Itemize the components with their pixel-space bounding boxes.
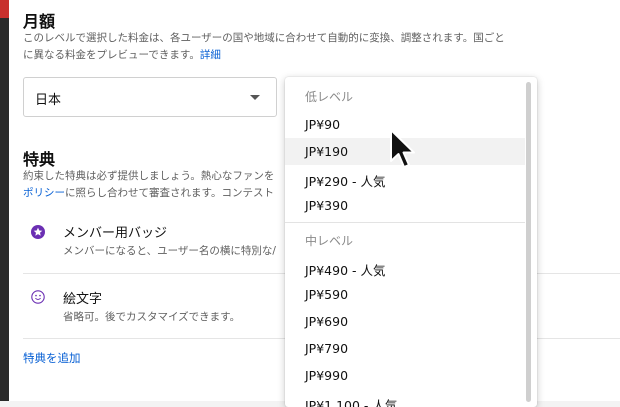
price-option[interactable]: JP¥1,100 - 人気 [285,389,525,407]
benefits-description-line2: に照らし合わせて審査されます。コンテスト [65,187,274,199]
price-option[interactable]: JP¥790 [285,335,525,362]
group-divider [285,222,525,223]
background-window-accent [0,0,9,18]
monthly-description-line2: に異なる料金をプレビューできます。 [23,49,200,61]
price-option-label: JP¥490 - 人気 [305,263,386,278]
policy-link[interactable]: ポリシー [23,187,65,199]
price-option-label: JP¥190 [305,144,349,159]
group-label-mid: 中レベル [305,234,354,248]
price-option-label: JP¥390 [305,198,349,213]
group-label-low: 低レベル [305,90,354,104]
price-option[interactable]: JP¥490 - 人気 [285,254,525,281]
smiley-icon [31,290,45,304]
price-option[interactable]: JP¥590 [285,281,525,308]
price-dropdown-menu[interactable]: 低レベル JP¥90 JP¥190 JP¥290 - 人気 JP¥390 中レベ… [285,77,537,407]
monthly-price-description: このレベルで選択した料金は、各ユーザーの国や地域に合わせて自動的に変換、調整され… [23,30,505,64]
perk-name: メンバー用バッジ [63,226,168,241]
monthly-description-line1: このレベルで選択した料金は、各ユーザーの国や地域に合わせて自動的に変換、調整され… [23,32,505,44]
perk-subtext: メンバーになると、ユーザー名の横に特別な/ [63,245,276,257]
country-select-value: 日本 [35,93,62,108]
star-badge-icon [31,225,45,239]
mouse-pointer-icon [390,129,415,168]
price-option[interactable]: JP¥990 [285,362,525,389]
price-option-label: JP¥690 [305,314,349,329]
dropdown-scrollbar[interactable] [526,82,531,402]
perk-name: 絵文字 [63,292,103,307]
price-option-label: JP¥290 - 人気 [305,174,386,189]
price-option-label: JP¥90 [305,117,341,132]
benefits-description-line1: 約束した特典は必ず提供しましょう。熱心なファンを [23,170,275,182]
monthly-price-title: 月額 [23,12,56,31]
details-link[interactable]: 詳細 [200,49,221,61]
price-option-label: JP¥590 [305,287,349,302]
perk-subtext: 省略可。後でカスタマイズできます。 [63,311,241,323]
country-select[interactable]: 日本 [23,77,277,117]
add-benefit-link[interactable]: 特典を追加 [23,350,81,367]
background-window-strip [0,0,9,401]
price-option[interactable]: JP¥690 [285,308,525,335]
price-option-label: JP¥790 [305,341,349,356]
price-option-label: JP¥1,100 - 人気 [305,398,398,407]
price-option[interactable]: JP¥390 [285,192,525,219]
benefits-description: 約束した特典は必ず提供しましょう。熱心なファンを ポリシーに照らし合わせて審査さ… [23,168,274,202]
price-option-label: JP¥990 [305,368,349,383]
benefits-title: 特典 [23,150,56,169]
dropdown-caret-icon [250,95,260,100]
